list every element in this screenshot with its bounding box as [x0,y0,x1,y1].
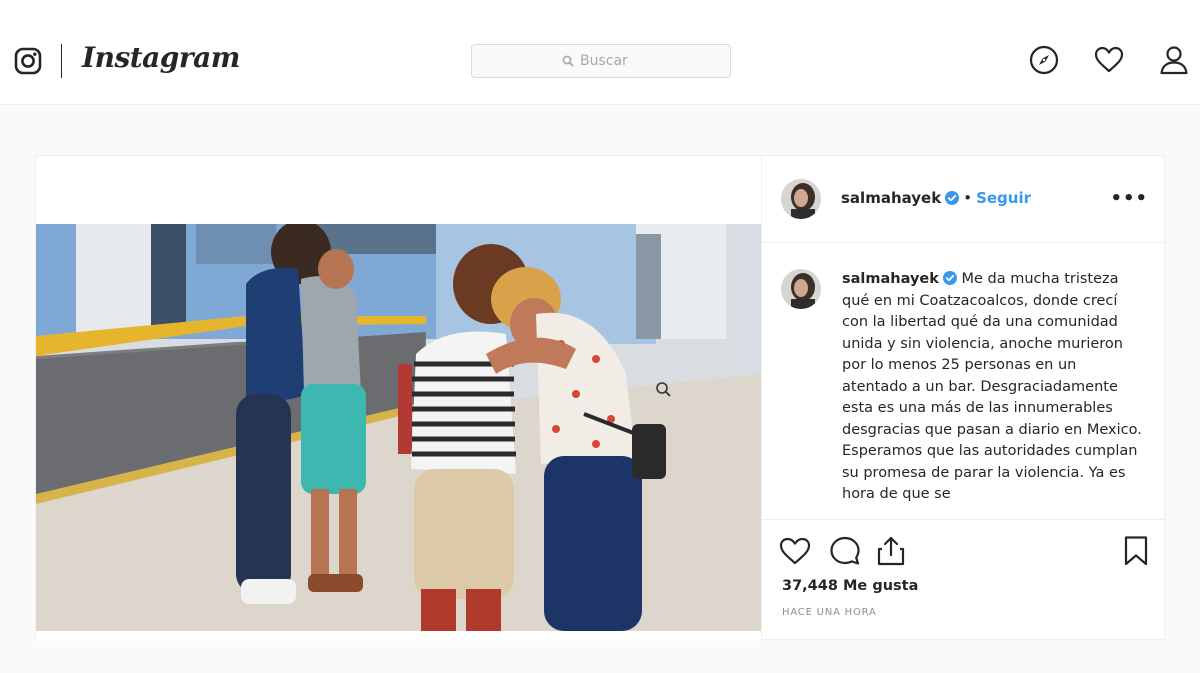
profile-icon[interactable] [1158,44,1190,76]
heart-icon[interactable] [1093,44,1125,76]
avatar[interactable] [781,179,821,219]
instagram-wordmark[interactable]: Instagram [82,41,240,74]
comment-icon[interactable] [828,534,862,568]
top-navigation-bar: Instagram [0,0,1200,105]
post-header-meta: salmahayek • Seguir [841,188,1031,207]
likes-count[interactable]: 37,448 Me gusta [782,578,918,594]
post-media-area [36,156,761,641]
more-options-icon[interactable]: ••• [1110,188,1148,209]
caption-text: Me da mucha tristeza qué en mi Coatzacoa… [842,271,1142,502]
logo-divider [61,44,62,78]
save-bookmark-icon[interactable] [1119,534,1153,568]
post-caption: salmahayek Me da mucha tristeza qué en m… [842,269,1142,506]
post-timestamp[interactable]: HACE UNA HORA [782,607,877,618]
post-photo[interactable] [36,224,761,631]
post-actions: 37,448 Me gusta HACE UNA HORA [762,519,1166,641]
caption-username-link[interactable]: salmahayek [842,271,939,287]
verified-badge-icon [945,191,960,205]
username-link[interactable]: salmahayek [841,189,941,207]
post-sidebar: salmahayek • Seguir ••• salmahayek Me da m… [761,156,1166,641]
post-header: salmahayek • Seguir ••• [762,156,1166,243]
search-box[interactable] [471,44,731,78]
separator-dot: • [963,189,973,207]
share-icon[interactable] [874,534,908,568]
compass-icon[interactable] [1028,44,1060,76]
comments-area: salmahayek Me da mucha tristeza qué en m… [762,244,1166,519]
like-heart-icon[interactable] [778,534,812,568]
instagram-glyph-icon[interactable] [14,47,42,75]
caption-avatar[interactable] [781,269,821,309]
search-icon [562,55,574,67]
search-input[interactable] [580,53,640,69]
follow-button[interactable]: Seguir [976,189,1031,207]
caption-verified-badge-icon [942,271,957,285]
post-card: salmahayek • Seguir ••• salmahayek Me da m… [35,155,1166,641]
